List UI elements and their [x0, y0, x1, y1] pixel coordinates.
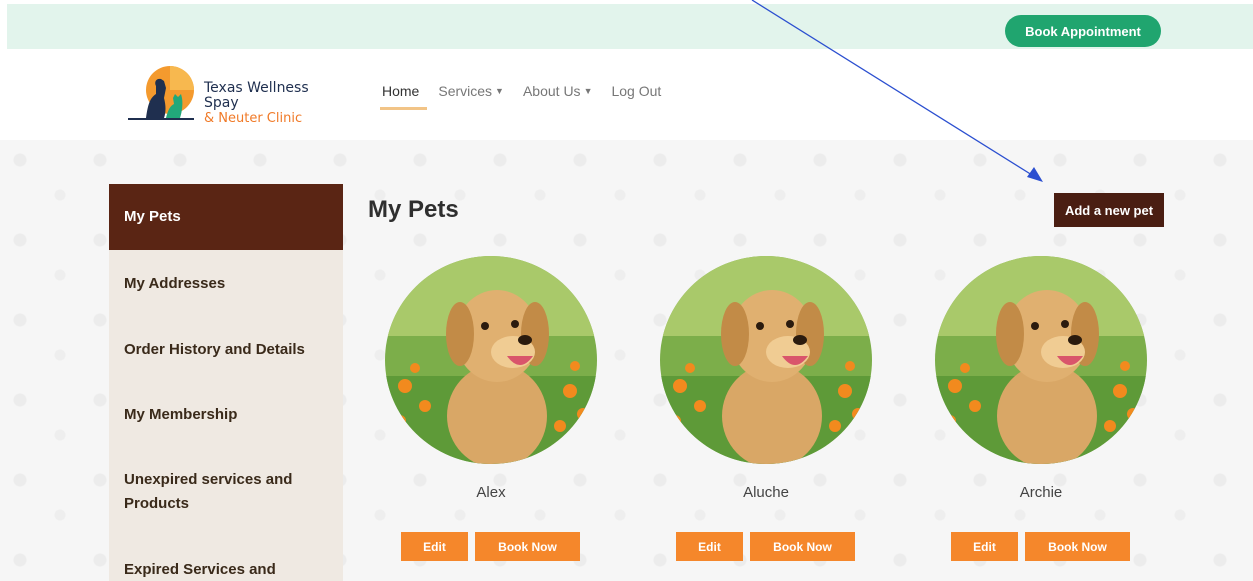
- pet-card: Archie Edit Book Now: [935, 256, 1147, 561]
- pet-photo[interactable]: [935, 256, 1147, 464]
- sidebar-item-label: My Membership: [124, 406, 238, 423]
- pet-card: Aluche Edit Book Now: [660, 256, 872, 561]
- book-now-button[interactable]: Book Now: [750, 532, 855, 561]
- pet-name: Archie: [1019, 484, 1063, 501]
- page-title: My Pets: [368, 196, 459, 223]
- book-appointment-button[interactable]: Book Appointment: [1005, 15, 1161, 47]
- nav-log-out[interactable]: Log Out: [611, 83, 661, 99]
- logo-line-2: & Neuter Clinic: [204, 111, 303, 126]
- edit-pet-button[interactable]: Edit: [401, 532, 468, 561]
- nav-menu: Home Services ▼ About Us ▼ Log Out: [379, 83, 661, 110]
- pet-photo[interactable]: [385, 256, 597, 464]
- edit-pet-button[interactable]: Edit: [676, 532, 743, 561]
- nav-about-label: About Us: [522, 83, 581, 99]
- book-now-button[interactable]: Book Now: [1025, 532, 1130, 561]
- dog-cat-logo-icon: [128, 66, 194, 120]
- nav-home[interactable]: Home: [379, 83, 428, 110]
- nav-about-us[interactable]: About Us ▼: [523, 83, 593, 99]
- sidebar-item-unexpired-services[interactable]: Unexpired services and Products: [109, 468, 319, 516]
- sidebar-item-order-history[interactable]: Order History and Details: [109, 338, 343, 362]
- pet-actions: Edit Book Now: [951, 532, 1130, 561]
- clinic-logo[interactable]: Texas Wellness Spay & Neuter Clinic: [126, 64, 346, 127]
- pet-actions: Edit Book Now: [676, 532, 855, 561]
- nav-services-label: Services: [438, 83, 493, 99]
- sidebar-item-label: My Addresses: [124, 275, 226, 292]
- account-sidebar: My Pets My Addresses Order History and D…: [109, 184, 343, 581]
- sidebar-item-label: Order History and Details: [124, 341, 305, 358]
- nav-services[interactable]: Services ▼: [438, 83, 504, 99]
- edit-pet-button[interactable]: Edit: [951, 532, 1018, 561]
- pet-actions: Edit Book Now: [401, 532, 580, 561]
- pet-name: Alex: [476, 484, 506, 501]
- puppy-photo-icon: [385, 256, 597, 464]
- caret-down-icon: ▼: [583, 86, 593, 96]
- sidebar-item-my-membership[interactable]: My Membership: [109, 403, 343, 427]
- logo-text: Texas Wellness Spay & Neuter Clinic: [204, 80, 346, 127]
- nav-home-label: Home: [382, 83, 420, 99]
- caret-down-icon: ▼: [495, 86, 504, 96]
- add-new-pet-button[interactable]: Add a new pet: [1054, 193, 1164, 227]
- pet-photo[interactable]: [660, 256, 872, 464]
- book-now-button[interactable]: Book Now: [475, 532, 580, 561]
- sidebar-item-label: Unexpired services and Products: [124, 471, 293, 512]
- main-navbar: Texas Wellness Spay & Neuter Clinic Home…: [0, 49, 1253, 140]
- sidebar-item-expired-services[interactable]: Expired Services and: [109, 558, 343, 581]
- sidebar-item-my-addresses[interactable]: My Addresses: [109, 272, 343, 296]
- pet-name: Aluche: [743, 484, 789, 501]
- sidebar-item-label: Expired Services and: [124, 561, 276, 578]
- sidebar-item-label: My Pets: [124, 208, 181, 225]
- puppy-photo-icon: [935, 256, 1147, 464]
- top-bar: Book Appointment: [7, 4, 1253, 49]
- nav-logout-label: Log Out: [611, 83, 662, 99]
- logo-line-1: Texas Wellness Spay: [204, 80, 309, 111]
- sidebar-item-my-pets[interactable]: My Pets: [109, 184, 343, 250]
- puppy-photo-icon: [660, 256, 872, 464]
- pet-card: Alex Edit Book Now: [385, 256, 597, 561]
